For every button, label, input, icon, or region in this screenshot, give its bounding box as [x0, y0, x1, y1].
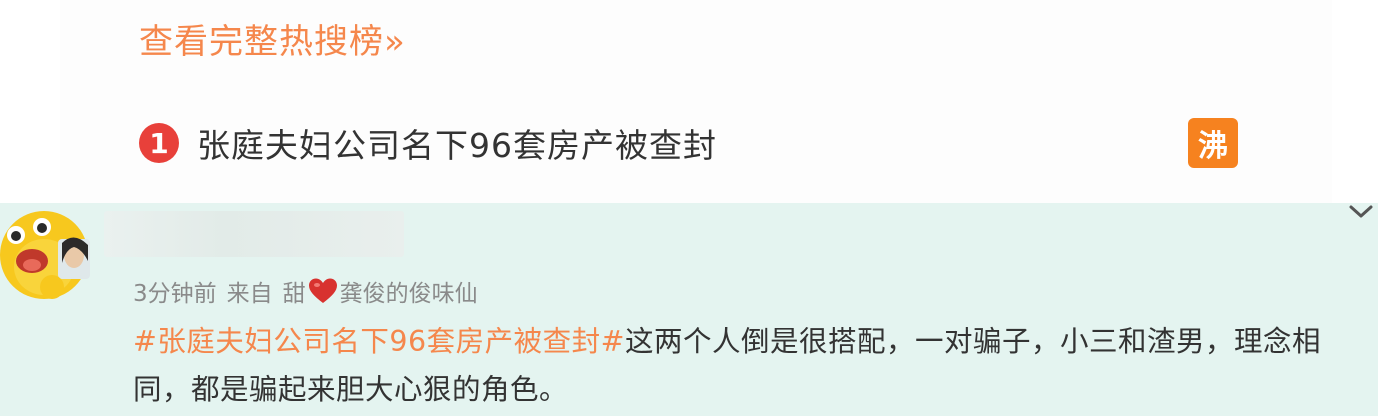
rank-number: 1 — [149, 126, 169, 160]
hot-search-title: 张庭夫妇公司名下96套房产被查封 — [197, 126, 717, 165]
hot-search-card: 查看完整热搜榜» 1 张庭夫妇公司名下96套房产被查封 沸 — [0, 0, 1378, 203]
full-hot-search-link[interactable]: 查看完整热搜榜» — [139, 20, 406, 64]
rank-badge: 1 — [139, 123, 179, 163]
heart-icon — [308, 278, 337, 303]
hot-tag-label: 沸 — [1198, 129, 1228, 164]
avatar[interactable] — [0, 205, 98, 303]
comment-body: #张庭夫妇公司名下96套房产被查封#这两个人倒是很搭配，一对骗子，小三和渣男，理… — [133, 318, 1369, 414]
comment-meta: 3分钟前 来自 甜 龚俊的俊味仙 — [133, 275, 478, 307]
source-device-link[interactable]: 甜 龚俊的俊味仙 — [283, 274, 478, 308]
source-prefix: 甜 — [282, 281, 306, 307]
comment-time: 3分钟前 — [133, 281, 217, 307]
username-redacted[interactable] — [104, 211, 404, 257]
from-label: 来自 — [226, 281, 273, 307]
weibo-post-screenshot: 查看完整热搜榜» 1 张庭夫妇公司名下96套房产被查封 沸 3分钟前 来自 甜 … — [0, 0, 1378, 416]
topic-hashtag[interactable]: #张庭夫妇公司名下96套房产被查封# — [133, 325, 625, 358]
chevron-down-icon[interactable] — [1348, 203, 1374, 221]
hot-tag-badge: 沸 — [1188, 118, 1238, 168]
source-suffix: 龚俊的俊味仙 — [339, 281, 478, 307]
hot-search-item[interactable]: 1 张庭夫妇公司名下96套房产被查封 — [139, 118, 717, 168]
comment-item: 3分钟前 来自 甜 龚俊的俊味仙 #张庭夫妇公司名下96套房产被查封#这两个人倒… — [0, 203, 1378, 416]
